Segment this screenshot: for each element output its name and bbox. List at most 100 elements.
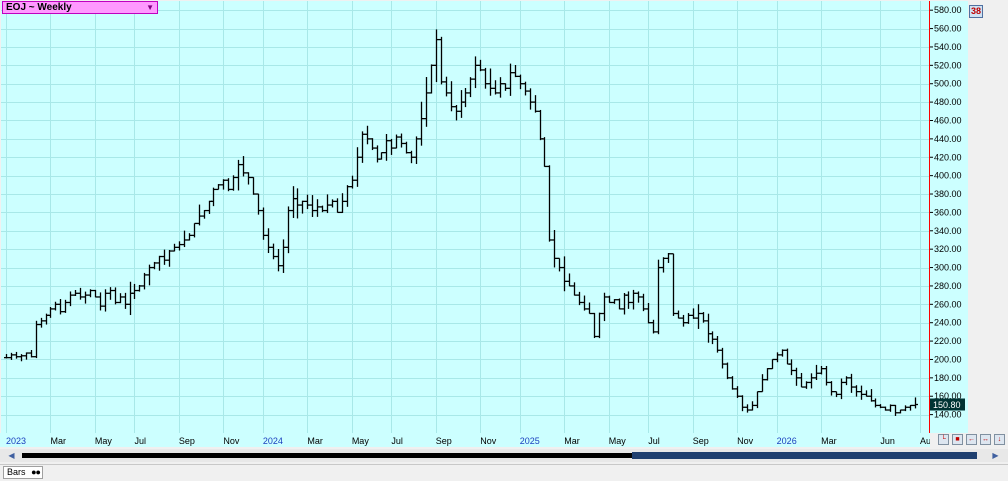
chevron-down-icon[interactable]: ▼ <box>146 2 154 13</box>
ohlc-bar <box>216 184 221 191</box>
ohlc-bar <box>710 331 715 345</box>
ohlc-bar <box>908 404 913 411</box>
bars-tab[interactable]: Bars ●● <box>3 466 43 479</box>
ohlc-bar <box>335 198 340 214</box>
ohlc-bar <box>913 397 918 409</box>
scroll-forward-icon[interactable]: ↔ <box>980 434 991 445</box>
y-tick-label: 420.00 <box>934 152 962 162</box>
ohlc-bar <box>878 404 883 409</box>
scale-badge[interactable]: 38 <box>969 5 983 18</box>
ohlc-bar <box>523 81 528 96</box>
ohlc-bar <box>73 289 78 296</box>
ohlc-bar <box>715 336 720 353</box>
x-tick-label: Mar <box>50 436 66 446</box>
bars-tab-label: Bars <box>7 467 26 477</box>
ohlc-bar <box>804 381 809 389</box>
ohlc-bar <box>103 289 108 312</box>
ohlc-bar <box>394 134 399 149</box>
ohlc-bar <box>572 282 577 296</box>
gridlines <box>1 1 930 433</box>
ohlc-bar <box>241 156 246 177</box>
ohlc-bar <box>295 188 300 219</box>
status-bar: Bars ●● <box>0 464 1008 481</box>
ohlc-bar <box>231 175 236 191</box>
ohlc-bar <box>789 359 794 376</box>
ohlc-bar <box>809 373 814 389</box>
ohlc-bar <box>246 172 251 185</box>
ohlc-bar <box>320 205 325 213</box>
ohlc-bar <box>226 178 231 192</box>
x-tick-label: 2025 <box>520 436 540 446</box>
ohlc-bar <box>567 273 572 287</box>
ohlc-bar <box>330 199 335 208</box>
ohlc-bar <box>597 312 602 339</box>
ohlc-bar <box>473 56 478 89</box>
ohlc-bar <box>829 381 834 396</box>
plot-area[interactable] <box>1 1 930 433</box>
zoom-in-icon[interactable]: ■ <box>952 434 963 445</box>
ohlc-bar <box>14 351 19 359</box>
arrow-left-icon[interactable]: ◀ <box>6 450 17 461</box>
price-scale[interactable]: 140.00 160.00 180.00 200.00 220.00 240.00 260.… <box>930 1 968 433</box>
x-tick-label: May <box>95 436 113 446</box>
ohlc-bar <box>755 390 760 409</box>
ohlc-bar <box>893 404 898 416</box>
ohlc-bar <box>463 88 468 108</box>
y-tick-label: 280.00 <box>934 281 962 291</box>
ohlc-bar <box>375 145 380 163</box>
x-tick-label: 2024 <box>263 436 283 446</box>
ohlc-bar <box>745 404 750 413</box>
ohlc-bar <box>770 358 775 370</box>
y-tick-label: 360.00 <box>934 207 962 217</box>
y-tick-label: 340.00 <box>934 226 962 236</box>
y-tick-label: 520.00 <box>934 60 962 70</box>
ohlc-bar <box>607 295 612 304</box>
ohlc-bar <box>276 249 281 272</box>
ohlc-bar <box>552 229 557 268</box>
ohlc-bar <box>582 295 587 311</box>
scroll-back-icon[interactable]: ← <box>966 434 977 445</box>
ohlc-bar <box>256 193 261 215</box>
ohlc-bar <box>686 313 691 324</box>
ohlc-bar <box>508 63 513 96</box>
y-tick-label: 580.00 <box>934 5 962 15</box>
price-chart[interactable] <box>1 1 930 433</box>
ohlc-bar <box>58 299 63 315</box>
ohlc-bar <box>676 310 681 319</box>
ohlc-bar <box>780 349 785 357</box>
reset-view-icon[interactable]: ↓ <box>994 434 1005 445</box>
y-tick-label: 480.00 <box>934 97 962 107</box>
ohlc-bar <box>207 200 212 214</box>
chart-window: 140.00 160.00 180.00 200.00 220.00 240.00 260.… <box>0 0 1008 462</box>
time-axis-labels: 2023 Mar May Jul Sep Nov 2024 Mar May Jul Sep Nov 20… <box>6 436 930 446</box>
ohlc-bar <box>68 291 73 307</box>
y-tick-label: 240.00 <box>934 318 962 328</box>
horizontal-scrollbar[interactable]: ◀ ▶ <box>0 449 1008 462</box>
x-tick-label: Nov <box>480 436 497 446</box>
ohlc-bar <box>602 292 607 322</box>
x-tick-label: Jun <box>880 436 895 446</box>
y-tick-label: 140.00 <box>934 410 962 420</box>
symbol-title[interactable]: EOJ ~ Weekly ▼ <box>2 1 158 14</box>
zoom-out-icon[interactable]: └ <box>938 434 949 445</box>
ohlc-bar <box>147 264 152 286</box>
axis-buttons: └ ■ ← ↔ ↓ <box>938 434 1006 446</box>
ohlc-bar <box>661 257 666 273</box>
y-tick-label: 320.00 <box>934 244 962 254</box>
ohlc-bar <box>636 291 641 303</box>
ohlc-bar <box>108 287 113 300</box>
ohlc-bar <box>236 159 241 191</box>
last-price-label: 150.80 <box>933 400 961 410</box>
y-tick-label: 220.00 <box>934 336 962 346</box>
ohlc-bar <box>819 365 824 375</box>
arrow-right-icon[interactable]: ▶ <box>990 450 1001 461</box>
ohlc-bar <box>305 194 310 210</box>
ohlc-bar <box>706 313 711 343</box>
x-tick-label: Aug <box>920 436 930 446</box>
scroll-thumb[interactable] <box>632 452 977 459</box>
ohlc-bar <box>750 401 755 411</box>
x-tick-label: Nov <box>223 436 240 446</box>
ohlc-bar <box>310 195 315 217</box>
ohlc-bar <box>468 77 473 98</box>
ohlc-bar <box>414 136 419 164</box>
